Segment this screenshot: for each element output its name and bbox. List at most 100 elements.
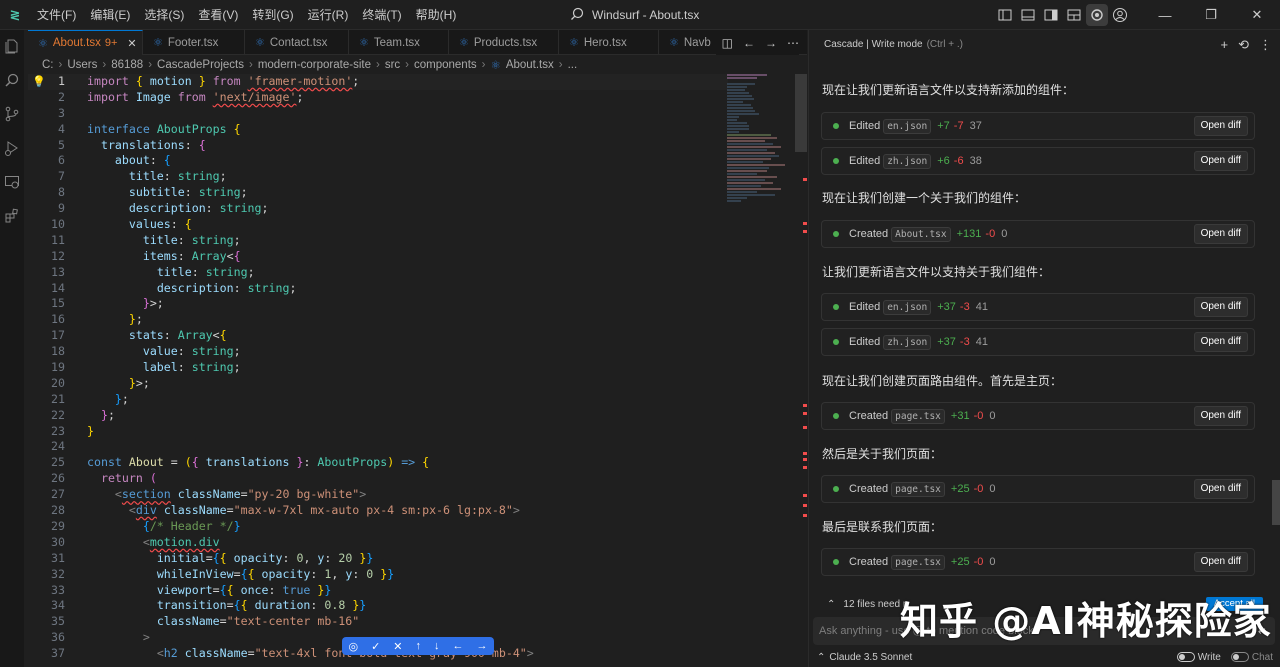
tab-contact[interactable]: ⚛ Contact.tsx <box>245 30 349 55</box>
accept-icon[interactable]: ✓ <box>371 640 380 653</box>
file-chip[interactable]: page.tsx <box>891 408 945 424</box>
file-edit-card: Created page.tsx +25 -0 0 Open diff <box>821 548 1255 576</box>
tab-about[interactable]: ⚛ About.tsx 9+ ✕ <box>28 30 143 55</box>
history-icon[interactable]: ⟲ <box>1238 37 1249 53</box>
menu-terminal[interactable]: 终端(T) <box>355 0 408 30</box>
file-chip[interactable]: About.tsx <box>891 226 951 242</box>
breadcrumb-item[interactable]: C: <box>42 59 54 71</box>
arrow-right-icon[interactable]: → <box>476 640 487 652</box>
open-diff-button[interactable]: Open diff <box>1193 224 1248 244</box>
status-dot-icon <box>833 413 839 419</box>
arrow-right-icon[interactable]: → <box>765 36 777 50</box>
search-icon[interactable] <box>2 70 22 90</box>
command-center[interactable]: Windsurf - About.tsx <box>570 5 699 25</box>
lightbulb-icon[interactable]: 💡 <box>32 74 46 90</box>
cascade-scrollbar[interactable] <box>1272 480 1280 525</box>
toggle-icon <box>1176 651 1195 662</box>
menu-file[interactable]: 文件(F) <box>30 0 83 30</box>
tab-label: Footer.tsx <box>167 36 219 49</box>
typescript-react-icon: ⚛ <box>255 37 265 49</box>
breadcrumb-item[interactable]: modern-corporate-site <box>258 59 371 71</box>
remote-explorer-icon[interactable] <box>2 172 22 192</box>
menu-edit[interactable]: 编辑(E) <box>83 0 137 30</box>
tab-team[interactable]: ⚛ Team.tsx <box>349 30 449 55</box>
split-editor-icon[interactable]: ◫ <box>722 36 733 50</box>
typescript-react-icon: ⚛ <box>669 37 679 49</box>
extensions-icon[interactable] <box>2 206 22 226</box>
cascade-shortcut-hint: (Ctrl + .) <box>926 39 963 50</box>
layout-secondary-icon[interactable] <box>1040 4 1062 26</box>
breadcrumb-item[interactable]: Users <box>67 59 97 71</box>
open-diff-button[interactable]: Open diff <box>1193 116 1248 136</box>
code-editor[interactable]: 💡 1 import { motion } from 'framer-motion'… <box>28 74 728 667</box>
tab-label: Contact.tsx <box>269 36 328 49</box>
breadcrumb-item[interactable]: ... <box>568 59 578 71</box>
windsurf-logo-icon[interactable]: ≷ <box>0 0 30 30</box>
arrow-up-icon[interactable]: ↑ <box>415 640 421 652</box>
more-icon[interactable]: ⋯ <box>787 36 799 50</box>
chat-mode-toggle[interactable]: Chat <box>1230 651 1273 663</box>
scroll-thumb[interactable] <box>795 74 807 152</box>
tab-hero[interactable]: ⚛ Hero.tsx <box>559 30 659 55</box>
arrow-down-icon[interactable]: ↓ <box>434 640 440 652</box>
cascade-panel: Cascade | Write mode (Ctrl + .) + ⟲ ⋮ 现在… <box>808 30 1280 667</box>
windsurf-icon[interactable] <box>1086 4 1108 26</box>
model-selector[interactable]: Claude 3.5 Sonnet <box>829 652 912 663</box>
tab-navbar[interactable]: ⚛ Navb <box>659 30 719 55</box>
more-icon[interactable]: ⋮ <box>1259 37 1272 53</box>
open-diff-button[interactable]: Open diff <box>1193 406 1248 426</box>
breadcrumb-item[interactable]: CascadeProjects <box>157 59 244 71</box>
tab-products[interactable]: ⚛ Products.tsx <box>449 30 559 55</box>
close-icon[interactable]: ✕ <box>127 37 136 50</box>
breadcrumb-item[interactable]: About.tsx <box>506 59 554 71</box>
open-diff-button[interactable]: Open diff <box>1193 332 1248 352</box>
write-mode-toggle[interactable]: Write <box>1176 651 1221 663</box>
typescript-react-icon: ⚛ <box>359 37 369 49</box>
breadcrumb-item[interactable]: 86188 <box>111 59 143 71</box>
arrow-left-icon[interactable]: ← <box>452 640 463 652</box>
file-chip[interactable]: page.tsx <box>891 481 945 497</box>
explorer-icon[interactable] <box>2 36 22 56</box>
breadcrumb-item[interactable]: src <box>385 59 400 71</box>
open-diff-button[interactable]: Open diff <box>1193 151 1248 171</box>
restore-icon[interactable]: ❐ <box>1188 0 1234 30</box>
menu-help[interactable]: 帮助(H) <box>409 0 464 30</box>
plus-icon[interactable]: + <box>1221 37 1229 52</box>
windsurf-logo-icon[interactable]: ◎ <box>348 640 358 653</box>
source-control-icon[interactable] <box>2 104 22 124</box>
status-dot-icon <box>833 559 839 565</box>
file-chip[interactable]: zh.json <box>883 153 932 169</box>
layout-custom-icon[interactable] <box>1063 4 1085 26</box>
minimap[interactable] <box>727 74 795 274</box>
menu-go[interactable]: 转到(G) <box>245 0 300 30</box>
file-chip[interactable]: en.json <box>883 118 932 134</box>
layout-panel-icon[interactable] <box>1017 4 1039 26</box>
breadcrumb-item[interactable]: components <box>414 59 477 71</box>
menu-view[interactable]: 查看(V) <box>191 0 245 30</box>
run-debug-icon[interactable] <box>2 138 22 158</box>
menu-selection[interactable]: 选择(S) <box>137 0 191 30</box>
close-icon[interactable]: ✕ <box>1234 0 1280 30</box>
arrow-left-icon[interactable]: ← <box>743 36 755 50</box>
menu-run[interactable]: 运行(R) <box>301 0 356 30</box>
account-icon[interactable] <box>1109 4 1131 26</box>
layout-sidebar-icon[interactable] <box>994 4 1016 26</box>
typescript-react-icon: ⚛ <box>38 37 48 50</box>
file-chip[interactable]: page.tsx <box>891 554 945 570</box>
file-chip[interactable]: en.json <box>883 299 932 315</box>
chevron-up-icon[interactable]: ⌃ <box>817 652 825 663</box>
minimize-icon[interactable]: — <box>1142 0 1188 30</box>
status-dot-icon <box>833 339 839 345</box>
editor-scrollbar[interactable] <box>795 74 807 667</box>
pending-files-text: 12 files need r <box>843 598 907 610</box>
reject-icon[interactable]: ✕ <box>393 640 402 653</box>
open-diff-button[interactable]: Open diff <box>1193 297 1248 317</box>
toggle-icon <box>1230 651 1249 662</box>
file-chip[interactable]: zh.json <box>883 334 932 350</box>
chevron-up-icon[interactable]: ⌃ <box>827 599 835 610</box>
open-diff-button[interactable]: Open diff <box>1193 479 1248 499</box>
cascade-message: 然后是关于我们页面： <box>822 447 943 461</box>
status-dot-icon <box>833 486 839 492</box>
tab-footer[interactable]: ⚛ Footer.tsx <box>143 30 245 55</box>
open-diff-button[interactable]: Open diff <box>1193 552 1248 572</box>
